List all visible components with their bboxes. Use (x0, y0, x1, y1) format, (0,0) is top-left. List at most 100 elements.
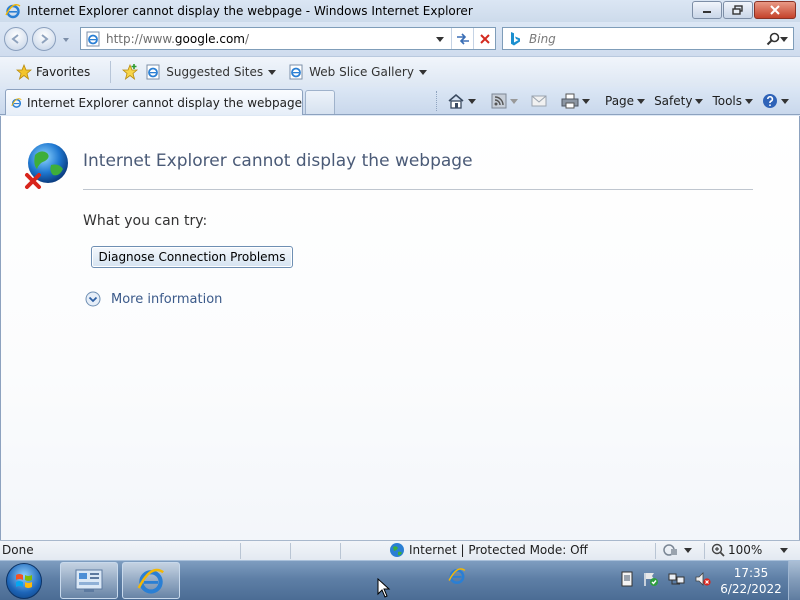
close-button[interactable] (754, 1, 796, 19)
restore-icon (732, 5, 743, 15)
page-menu[interactable]: Page (605, 94, 646, 108)
protected-mode-button[interactable] (662, 543, 693, 557)
back-arrow-icon (11, 34, 19, 44)
globe-error-icon (25, 143, 68, 189)
zoom-icon (711, 543, 725, 557)
add-to-favorites-bar-button[interactable] (121, 64, 139, 80)
suggested-sites-label: Suggested Sites (166, 65, 264, 79)
help-icon (763, 94, 778, 108)
status-bar: Done Internet | Protected Mode: Off 100% (0, 540, 800, 560)
chevron-down-icon (468, 99, 476, 104)
add-favorite-star-icon (122, 64, 139, 80)
status-text: Done (2, 543, 34, 557)
refresh-button[interactable] (451, 28, 473, 49)
window-controls (692, 1, 796, 19)
page-menu-label: Page (605, 94, 635, 108)
page-content: Internet Explorer cannot display the web… (0, 116, 800, 540)
minimize-icon (703, 11, 711, 13)
favorites-button[interactable]: Favorites (8, 60, 98, 85)
search-placeholder: Bing (529, 31, 556, 46)
chevron-down-icon (582, 99, 590, 104)
chevron-down-icon (268, 70, 277, 75)
print-button[interactable] (561, 93, 591, 109)
ie-page-icon (289, 64, 303, 80)
status-divider (655, 543, 656, 559)
status-divider (704, 543, 705, 559)
start-button[interactable] (6, 563, 42, 599)
chevron-down-icon (418, 70, 427, 75)
tab-active[interactable]: Internet Explorer cannot display the web… (5, 89, 303, 115)
search-options-icon[interactable] (780, 35, 788, 43)
address-bar[interactable]: http://www.google.com/ (80, 27, 496, 50)
taskbar-control-panel-button[interactable] (60, 562, 118, 599)
taskbar: 17:35 6/22/2022 (0, 560, 800, 600)
windows-logo-icon (16, 574, 32, 588)
forward-button[interactable] (32, 27, 56, 51)
volume-muted-icon[interactable] (694, 571, 712, 587)
recent-pages-dropdown-icon[interactable] (62, 36, 70, 44)
rss-feed-icon (491, 93, 507, 109)
chevron-down-icon (695, 99, 704, 104)
stop-button[interactable] (473, 28, 495, 49)
page-icon (86, 31, 100, 46)
more-information-link[interactable]: More information (85, 291, 222, 307)
bing-icon (511, 31, 520, 45)
diagnose-connection-button[interactable]: Diagnose Connection Problems (91, 246, 293, 268)
toolbar-grip (436, 91, 439, 111)
zone-label: Internet | Protected Mode: Off (409, 543, 588, 557)
notification-icon[interactable] (620, 571, 634, 587)
show-desktop-button[interactable] (788, 561, 800, 600)
system-tray (620, 571, 712, 587)
url-suffix: / (245, 31, 250, 46)
favorites-label: Favorites (36, 65, 91, 79)
network-icon[interactable] (668, 571, 686, 587)
favorites-star-icon (16, 64, 32, 80)
search-box[interactable]: Bing (502, 27, 794, 50)
search-button[interactable] (761, 32, 793, 46)
url-host: google.com (174, 31, 245, 46)
address-url[interactable]: http://www.google.com/ (106, 32, 429, 46)
ie-background-icon (448, 568, 466, 584)
back-button[interactable] (4, 27, 28, 51)
action-center-flag-icon[interactable] (642, 571, 660, 587)
mouse-cursor-icon (377, 578, 391, 598)
home-button[interactable] (447, 93, 477, 109)
taskbar-internet-explorer-button[interactable] (122, 562, 180, 599)
web-slice-gallery-button[interactable]: Web Slice Gallery (288, 64, 427, 80)
address-dropdown-button[interactable] (429, 28, 451, 49)
status-divider (340, 543, 341, 559)
window-title: Internet Explorer cannot display the web… (27, 4, 473, 18)
control-panel-icon (75, 569, 103, 592)
url-prefix: http://www. (106, 31, 175, 46)
read-mail-button[interactable] (531, 94, 547, 108)
safety-menu-label: Safety (654, 94, 693, 108)
feeds-button[interactable] (491, 93, 519, 109)
chevron-down-icon (780, 548, 789, 553)
chevron-down-icon (637, 99, 646, 104)
chevron-down-icon (510, 99, 518, 104)
status-divider (290, 543, 291, 559)
minimize-button[interactable] (692, 1, 722, 19)
clock[interactable]: 17:35 6/22/2022 (716, 565, 786, 597)
refresh-icon (456, 32, 469, 45)
home-icon (448, 93, 464, 109)
security-zone[interactable]: Internet | Protected Mode: Off (389, 542, 588, 558)
maximize-button[interactable] (723, 1, 753, 19)
safety-menu[interactable]: Safety (654, 94, 704, 108)
security-settings-icon (663, 544, 677, 556)
help-menu[interactable] (762, 93, 790, 109)
title-bar: Internet Explorer cannot display the web… (0, 0, 800, 22)
printer-icon (561, 93, 579, 109)
tools-menu-label: Tools (712, 94, 743, 108)
chevron-down-icon (684, 548, 692, 553)
zoom-control[interactable]: 100% (711, 543, 789, 557)
status-divider (240, 543, 241, 559)
favorites-bar: Favorites Suggested Sites Web Slice Gall… (0, 56, 800, 87)
more-information-label: More information (111, 291, 223, 307)
new-tab-button[interactable] (305, 90, 335, 114)
chevron-down-icon (436, 36, 444, 42)
tools-menu[interactable]: Tools (712, 94, 754, 108)
suggested-sites-button[interactable]: Suggested Sites (145, 64, 277, 80)
ie-logo-icon (137, 568, 164, 594)
navigation-bar: http://www.google.com/ Bing (0, 22, 800, 56)
